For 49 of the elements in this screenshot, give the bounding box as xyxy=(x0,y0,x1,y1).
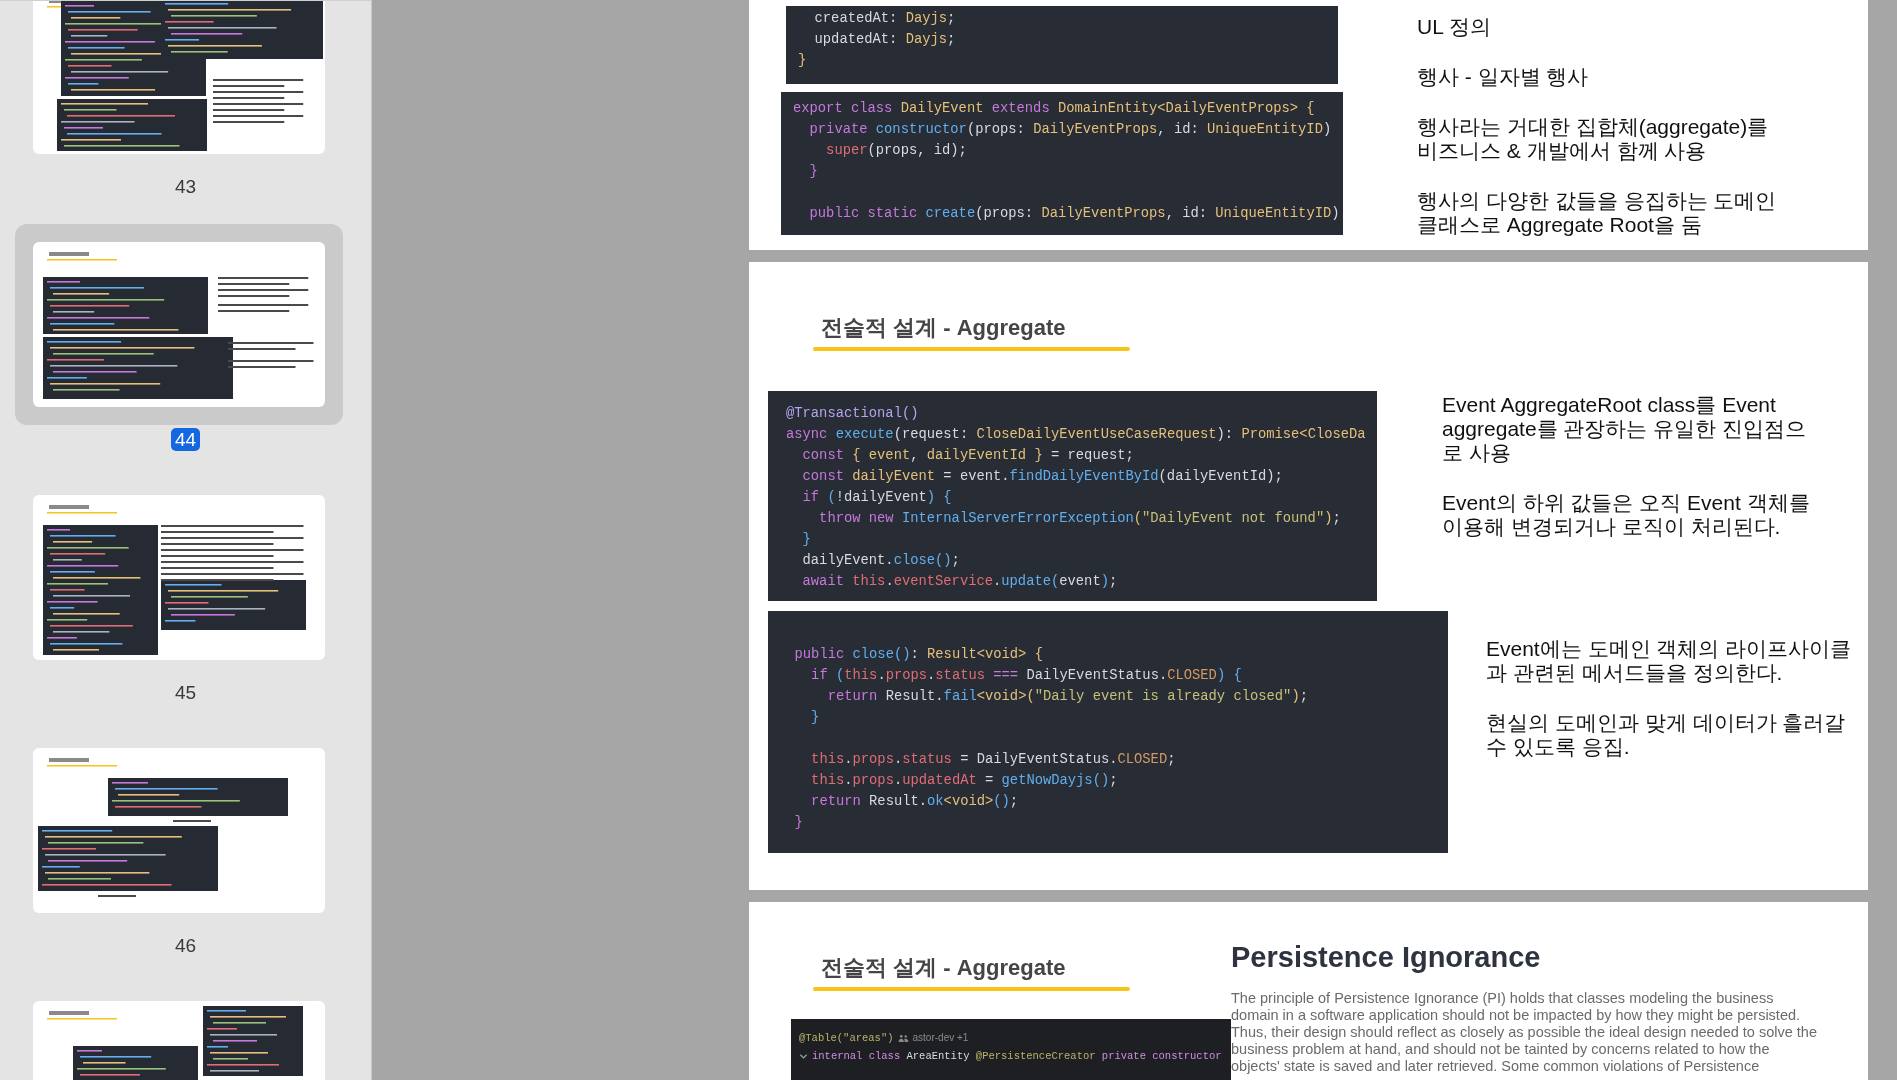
code-line: export class DailyEvent extends DomainEntity<DailyEventProps> { xyxy=(793,100,1315,118)
code-line: public close(): Result<void> { xyxy=(793,646,1043,664)
code-line: @Transactional() xyxy=(786,405,919,423)
code-line: dailyEvent.close(); xyxy=(801,552,960,570)
code-line: return Result.fail<void>("Daily event is already closed"); xyxy=(826,688,1308,706)
code-line: await this.eventService.update(event); xyxy=(801,573,1118,591)
page-number: 43 xyxy=(173,175,198,198)
note-text: UL 정의 xyxy=(1417,15,1492,39)
code-line: private constructor(props: DailyEventProps, id: UniqueEntityID) xyxy=(808,121,1332,139)
code-line: } xyxy=(798,52,807,70)
code-line: if (!dailyEvent) { xyxy=(801,489,952,507)
note-text: Event의 하위 값들은 오직 Event 객체를 이용해 변경되거나 로직이 처리된다. xyxy=(1442,491,1811,539)
page-number: 44 xyxy=(170,428,201,451)
page-number: 45 xyxy=(173,681,198,704)
page-thumbnail[interactable] xyxy=(33,242,325,407)
code-line: createdAt: Dayjs; xyxy=(813,10,956,28)
page-thumbnail[interactable] xyxy=(33,748,325,913)
code-line: @Table("areas") xyxy=(799,1031,894,1046)
slide-title: 전술적 설계 - Aggregate xyxy=(821,314,1067,342)
code-line: const dailyEvent = event.findDailyEventById(dailyEventId); xyxy=(801,468,1283,486)
code-line: if (this.props.status === DailyEventStatus.CLOSED) { xyxy=(810,667,1242,685)
note-text: 행사의 다양한 값들을 응집하는 도메인 클래스로 Aggregate Root을 둠 xyxy=(1417,189,1777,237)
article-paragraph: The principle of Persistence Ignorance (PI) holds that classes modeling the business domain in a software application should not be impacted by how they might be persisted. Thus, their design should reflect as closely as possible the ideal design needed to solve the business problem at hand, and should not be tainted by concerns related to how the objects' state is saved and later retrieved. Some common violations of Persistence xyxy=(1231,990,1818,1075)
code-line: return Result.ok<void>(); xyxy=(810,793,1019,811)
code-line: updatedAt: Dayjs; xyxy=(813,31,956,49)
article-heading: Persistence Ignorance xyxy=(1231,940,1542,974)
code-line: internal class AreaEntity @PersistenceCreator private constructor xyxy=(812,1049,1222,1064)
code-line: throw new InternalServerErrorException("DailyEvent not found"); xyxy=(818,510,1341,528)
note-text: 행사라는 거대한 집합체(aggregate)를 비즈니스 & 개발에서 함께 사용 xyxy=(1417,115,1770,163)
note-text: 행사 - 일자별 행사 xyxy=(1417,65,1590,89)
author-annotation: astor-dev +1 xyxy=(912,1031,969,1045)
code-line: public static create(props: DailyEventProps, id: UniqueEntityID) xyxy=(808,205,1340,223)
code-line: } xyxy=(810,709,820,727)
code-line: } xyxy=(793,814,803,832)
note-text: 현실의 도메인과 맞게 데이터가 흘러갈 수 있도록 응집. xyxy=(1486,711,1847,759)
note-text: Event AggregateRoot class를 Event aggregate를 관장하는 유일한 진입점으로 사용 xyxy=(1442,393,1808,465)
page-thumbnail[interactable] xyxy=(33,0,325,154)
code-line: this.props.status = DailyEventStatus.CLOSED; xyxy=(810,751,1176,769)
page-number: 46 xyxy=(173,934,198,957)
code-line: this.props.updatedAt = getNowDayjs(); xyxy=(810,772,1118,790)
code-line: } xyxy=(808,163,818,181)
page-thumbnail[interactable] xyxy=(33,495,325,660)
slide-title: 전술적 설계 - Aggregate xyxy=(821,954,1067,982)
note-text: Event에는 도메인 객체의 라이프사이클과 관련된 메서드들을 정의한다. xyxy=(1486,637,1853,685)
code-line: } xyxy=(801,531,811,549)
code-line: super(props, id); xyxy=(825,142,967,160)
code-line: async execute(request: CloseDailyEventUseCaseRequest): Promise<CloseDa xyxy=(786,426,1366,444)
people-icon xyxy=(897,1033,909,1043)
code-line: const { event, dailyEventId } = request; xyxy=(801,447,1134,465)
